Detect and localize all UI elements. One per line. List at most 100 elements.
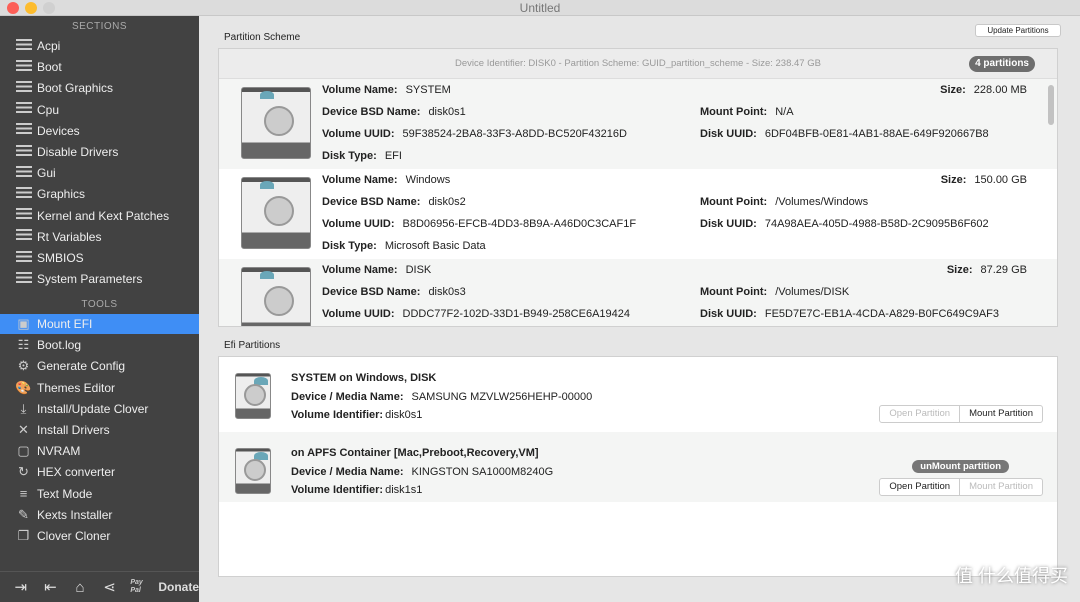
list-icon [15, 271, 32, 287]
tool-item-hex-converter[interactable]: ↻ HEX converter [0, 462, 199, 482]
hard-disk-icon [235, 373, 271, 419]
sidebar-item-boot[interactable]: Boot [0, 57, 199, 77]
copy-icon: ❐ [17, 528, 30, 543]
partition-actions: Open Partition Mount Partition [879, 405, 1043, 423]
sidebar-item-graphics[interactable]: Graphics [0, 184, 199, 204]
tool-item-label: Boot.log [37, 338, 82, 353]
field-size: Size: 87.29 GB [946, 264, 1027, 276]
field-disk_uuid: Disk UUID: FE5D7E7C-EB1A-4CDA-A829-B0FC64… [700, 308, 999, 320]
sidebar-item-label: Disable Drivers [37, 145, 119, 159]
field-disk_type: Disk Type: Microsoft Basic Data [322, 240, 486, 252]
unmount-partition-button[interactable]: unMount partition [912, 460, 1009, 473]
tool-item-label: Kexts Installer [37, 507, 113, 522]
open-partition-button[interactable]: Open Partition [880, 479, 959, 495]
partition-row[interactable]: Volume Name: Windows Device BSD Name: disk0… [219, 169, 1057, 259]
sidebar-item-label: System Parameters [37, 272, 143, 287]
import-icon[interactable]: ⇥ [6, 578, 36, 596]
tool-item-clover-cloner[interactable]: ❐ Clover Cloner [0, 526, 199, 546]
mount-efi-icon: ▣ [17, 316, 30, 331]
share-icon[interactable]: ⋖ [95, 578, 125, 596]
open-partition-button[interactable]: Open Partition [880, 406, 959, 422]
tool-item-label: Install/Update Clover [37, 401, 149, 416]
sidebar-item-kernel-and-kext-patches[interactable]: Kernel and Kext Patches [0, 206, 199, 226]
field-bsd: Device BSD Name: disk0s2 [322, 196, 466, 208]
sidebar-item-label: Devices [37, 123, 80, 138]
sidebar-item-boot-graphics[interactable]: Boot Graphics [0, 78, 199, 98]
export-icon[interactable]: ⇤ [36, 578, 66, 596]
field-mount: Mount Point: N/A [700, 106, 794, 118]
sidebar-item-cpu[interactable]: Cpu [0, 100, 199, 120]
partition-actions: Open Partition Mount Partition [879, 478, 1043, 496]
sidebar-item-rt-variables[interactable]: Rt Variables [0, 227, 199, 247]
donate-button[interactable]: Pay Pal Donate [130, 579, 199, 595]
scrollbar[interactable] [1048, 85, 1054, 125]
field-media: Device / Media Name: SAMSUNG MZVLW256HEHP… [291, 391, 593, 403]
title-bar: Untitled [0, 0, 1080, 16]
tools-icon: ✕ [18, 422, 29, 437]
tool-item-label: Mount EFI [37, 317, 93, 331]
list-icon [15, 208, 32, 223]
hard-disk-icon [235, 448, 271, 494]
field-volume-identifier: Volume Identifier: disk1s1 [291, 484, 423, 496]
tool-item-kexts-installer[interactable]: ✎ Kexts Installer [0, 505, 199, 525]
mount-partition-button[interactable]: Mount Partition [959, 406, 1042, 422]
efi-partitions-panel: SYSTEM on Windows, DISK Device / Media N… [218, 356, 1058, 577]
sidebar-item-label: Cpu [37, 102, 60, 117]
sidebar-item-disable-drivers[interactable]: Disable Drivers [0, 142, 199, 162]
sidebar-item-system-parameters[interactable]: System Parameters [0, 269, 199, 289]
efi-partition-row: SYSTEM on Windows, DISK Device / Media N… [219, 357, 1057, 432]
hard-disk-icon [241, 87, 311, 159]
window-title: Untitled [519, 1, 561, 15]
plug-icon: ✎ [18, 506, 29, 522]
tool-item-mount-efi[interactable]: ▣ Mount EFI [0, 314, 199, 334]
tool-item-install-update-clover[interactable]: ⤓ Install/Update Clover [0, 399, 199, 419]
sidebar-item-label: Boot Graphics [37, 81, 114, 96]
field-disk_type: Disk Type: EFI [322, 150, 402, 162]
text-lines-icon: ≡ [19, 486, 28, 502]
home-icon[interactable]: ⌂ [65, 579, 95, 596]
sidebar-item-label: Acpi [37, 39, 61, 53]
field-uuid: Volume UUID: 59F38524-2BA8-33F3-A8DD-BC52… [322, 128, 627, 140]
field-volume_name: Volume Name: DISK [322, 264, 432, 276]
efi-partitions-label: Efi Partitions [224, 340, 281, 351]
sidebar-footer: ⇥ ⇤ ⌂ ⋖ Pay Pal Donate [0, 571, 199, 602]
sidebar-item-label: Boot [37, 60, 62, 75]
field-size: Size: 228.00 MB [940, 84, 1027, 96]
partition-scheme-panel: Device Identifier: DISK0 - Partition Sch… [218, 48, 1058, 327]
field-size: Size: 150.00 GB [940, 174, 1027, 186]
tool-item-nvram[interactable]: ▢ NVRAM [0, 441, 199, 461]
hard-disk-icon [241, 267, 311, 326]
tool-item-generate-config[interactable]: ⚙ Generate Config [0, 356, 199, 376]
partition-count-badge: 4 partitions [969, 56, 1035, 72]
field-disk_uuid: Disk UUID: 74A98AEA-405D-4988-B58D-2C9095… [700, 218, 989, 230]
sidebar-item-acpi[interactable]: Acpi [0, 36, 199, 56]
log-search-icon: ☷ [17, 337, 30, 353]
disk-info: Device Identifier: DISK0 - Partition Sch… [455, 58, 821, 69]
update-partitions-button[interactable]: Update Partitions [975, 24, 1061, 37]
partition-row[interactable]: Volume Name: SYSTEM Device BSD Name: disk0s… [219, 79, 1057, 169]
tool-item-boot-log[interactable]: ☷ Boot.log [0, 335, 199, 355]
partition-row[interactable]: Volume Name: DISK Device BSD Name: disk0s3 V… [219, 259, 1057, 326]
list-icon [15, 38, 32, 54]
tool-item-themes-editor[interactable]: 🎨 Themes Editor [0, 378, 199, 398]
watermark: 值 什么值得买 [954, 566, 1068, 586]
sidebar-item-gui[interactable]: Gui [0, 163, 199, 183]
list-icon [15, 80, 32, 96]
field-mount: Mount Point:/Volumes/Windows [700, 196, 869, 208]
list-icon [15, 59, 32, 75]
efi-partition-row: on APFS Container [Mac,Preboot,Recovery,… [219, 432, 1057, 502]
tool-item-label: Install Drivers [37, 423, 110, 437]
mount-partition-button[interactable]: Mount Partition [959, 479, 1042, 495]
tool-item-label: Clover Cloner [37, 529, 111, 543]
sidebar-item-devices[interactable]: Devices [0, 121, 199, 141]
field-mount: Mount Point:/Volumes/DISK [700, 286, 850, 298]
sidebar-item-label: Rt Variables [37, 229, 102, 244]
list-icon [15, 250, 32, 266]
tool-item-text-mode[interactable]: ≡ Text Mode [0, 484, 199, 504]
hard-disk-icon [241, 177, 311, 249]
list-icon [15, 186, 32, 202]
sidebar-item-label: SMBIOS [37, 251, 84, 265]
tool-item-install-drivers[interactable]: ✕ Install Drivers [0, 420, 199, 440]
sidebar-item-smbios[interactable]: SMBIOS [0, 248, 199, 268]
tool-item-label: Themes Editor [37, 380, 116, 395]
